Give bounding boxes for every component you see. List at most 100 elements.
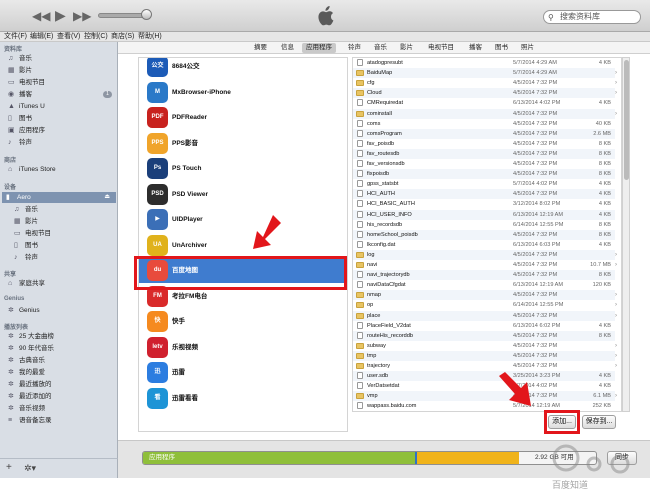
app-list-item[interactable]: PPS PPS影音 (139, 131, 347, 156)
sidebar-item-music[interactable]: ♫ 音乐 (8, 53, 116, 64)
document-row[interactable]: routeHis_recorddb 4/5/2014 7:32 PM 8 KB (353, 330, 615, 341)
sidebar-item-podcasts[interactable]: ◉ 播客 1 (8, 89, 116, 100)
document-row[interactable]: gpss_statsbt 5/7/2014 4:02 PM 4 KB (353, 179, 615, 189)
fast-forward-icon[interactable]: ▶▶ (73, 9, 91, 23)
document-row[interactable]: BaiduMap 5/7/2014 4:29 AM › (353, 68, 617, 79)
tab-tv[interactable]: 电视节目 (424, 43, 458, 53)
document-row[interactable]: fav_routesdb 4/5/2014 7:32 PM 8 KB (353, 148, 615, 159)
sidebar-item-itunes-store[interactable]: ⌂ iTunes Store (8, 164, 116, 175)
sidebar-item-genius[interactable]: ✲ Genius (8, 305, 116, 316)
document-row[interactable]: HCI_AUTH 4/5/2014 7:32 PM 4 KB (353, 189, 615, 200)
document-row[interactable]: fav_poisdb 4/5/2014 7:32 PM 8 KB (353, 139, 615, 149)
document-row[interactable]: navi 4/5/2014 7:32 PM 10.7 MB › (353, 260, 617, 270)
document-row[interactable]: lkconfig.dat 6/13/2014 6:03 PM 4 KB (353, 240, 615, 250)
save-to-button[interactable]: 保存到... (582, 415, 616, 429)
volume-knob[interactable] (141, 9, 152, 20)
search-input[interactable]: ⚲ 搜索资料库 (543, 10, 641, 24)
document-row[interactable]: homeSchool_poisdb 4/5/2014 7:32 PM 8 KB (353, 229, 615, 240)
document-row[interactable]: cfg 4/5/2014 7:32 PM › (353, 78, 617, 88)
eject-icon[interactable]: ⏏ (104, 192, 110, 203)
rewind-icon[interactable]: ◀◀ (32, 9, 50, 23)
app-list-item[interactable]: 公交 8684公交 (139, 58, 347, 79)
document-row[interactable]: trajectory 4/5/2014 7:32 PM › (353, 361, 617, 371)
app-list-item[interactable]: ▶ UIDPlayer (139, 207, 347, 232)
play-icon[interactable]: ▶ (55, 7, 66, 24)
sidebar-item-books[interactable]: ▯ 图书 (8, 113, 116, 124)
document-row[interactable]: HCI_USER_INFO 6/13/2014 12:19 AM 4 KB (353, 209, 615, 220)
document-row[interactable]: place 4/5/2014 7:32 PM › (353, 310, 617, 321)
document-row[interactable]: naviDataCfgdat 6/13/2014 12:19 AM 120 KB (353, 280, 615, 290)
tab-info[interactable]: 信息 (277, 43, 298, 53)
menu-store[interactable]: 商店(S) (111, 32, 134, 42)
app-list-item[interactable]: PSD PSD Viewer (139, 182, 347, 207)
document-row[interactable]: log 4/5/2014 7:32 PM › (353, 249, 617, 260)
playlist-item[interactable]: ≡ 语音备忘录 (8, 415, 116, 426)
document-row[interactable]: tmp 4/5/2014 7:32 PM › (353, 350, 617, 361)
sidebar-item-tv[interactable]: ▭ 电视节目 (8, 77, 116, 88)
app-list-item[interactable]: UA UnArchiver (139, 233, 347, 258)
app-list-item[interactable]: Ps PS Touch (139, 156, 347, 181)
document-row[interactable]: Cloud 4/5/2014 7:32 PM › (353, 88, 617, 99)
app-list-item[interactable]: letv 乐视视频 (139, 335, 347, 360)
device-item-books[interactable]: ▯ 图书 (14, 240, 114, 251)
app-list-item[interactable]: M MxBrowser-iPhone (139, 80, 347, 105)
document-row[interactable]: nmap 4/5/2014 7:32 PM › (353, 290, 617, 301)
document-row[interactable]: CMRequiredat 6/13/2014 4:02 PM 4 KB (353, 98, 615, 108)
playlist-item[interactable]: ✲ 我的最爱 (8, 367, 116, 378)
tab-movies[interactable]: 影片 (396, 43, 417, 53)
playlist-item[interactable]: ✲ 25 大金曲榜 (8, 331, 116, 342)
playlist-item[interactable]: ✲ 最近播放的 (8, 379, 116, 390)
document-row[interactable]: PlaceField_V2dat 6/13/2014 6:02 PM 4 KB (353, 321, 615, 331)
tab-podcasts[interactable]: 播客 (465, 43, 486, 53)
device-item-music[interactable]: ♫ 音乐 (14, 204, 114, 215)
sidebar-item-itunes-u[interactable]: ▲ iTunes U (8, 101, 116, 112)
document-row[interactable]: op 6/14/2014 12:55 PM › (353, 300, 617, 310)
tab-apps[interactable]: 应用程序 (302, 43, 336, 53)
tab-photos[interactable]: 照片 (517, 43, 538, 53)
app-name: PS Touch (172, 165, 202, 172)
gear-icon[interactable]: ✲▾ (24, 463, 36, 474)
playlist-item[interactable]: ✲ 古典音乐 (8, 355, 116, 366)
documents-scrollbar[interactable] (622, 57, 630, 412)
sidebar-item-tones[interactable]: ♪ 铃声 (8, 137, 116, 148)
add-playlist-icon[interactable]: + (6, 462, 12, 473)
document-row[interactable]: user.sdb 3/25/2014 3:23 PM 4 KB (353, 371, 615, 382)
document-row[interactable]: his_recordsdb 6/14/2014 12:55 PM 8 KB (353, 220, 615, 230)
document-row[interactable]: VerDatsetdat 5/7/2014 4:02 PM 4 KB (353, 381, 615, 391)
tab-tones[interactable]: 铃声 (344, 43, 365, 53)
menu-edit[interactable]: 编辑(E) (30, 32, 53, 42)
tab-music[interactable]: 音乐 (370, 43, 391, 53)
app-list-item[interactable]: 迅迅雷 (139, 360, 347, 385)
document-row[interactable]: navi_trajectorydb 4/5/2014 7:32 PM 8 KB (353, 270, 615, 281)
tab-books[interactable]: 图书 (491, 43, 512, 53)
tab-summary[interactable]: 摘要 (250, 43, 271, 53)
document-row[interactable]: HCI_BASIC_AUTH 3/12/2014 8:02 PM 4 KB (353, 199, 615, 209)
device-item-tones[interactable]: ♪ 铃声 (14, 252, 114, 263)
document-row[interactable]: subway 4/5/2014 7:32 PM › (353, 341, 617, 351)
device-item-tv[interactable]: ▭ 电视节目 (14, 228, 114, 239)
menu-file[interactable]: 文件(F) (4, 32, 27, 42)
sidebar-item-movies[interactable]: ▦ 影片 (8, 65, 116, 76)
sidebar-device-aero[interactable]: ▮ Aero ⏏ (2, 192, 116, 203)
playlist-item[interactable]: ✲ 音乐视频 (8, 403, 116, 414)
document-row[interactable]: fav_versionsdb 4/5/2014 7:32 PM 8 KB (353, 159, 615, 169)
app-list-item[interactable]: PDF PDFReader (139, 105, 347, 130)
app-list-item[interactable]: 看迅雷看看 (139, 386, 347, 411)
menu-help[interactable]: 帮助(H) (138, 32, 162, 42)
playlist-item[interactable]: ✲ 90 年代音乐 (8, 343, 116, 354)
menu-view[interactable]: 查看(V) (57, 32, 80, 42)
sidebar-item-apps[interactable]: ▣ 应用程序 (8, 125, 116, 136)
sidebar-item-home-sharing[interactable]: ⌂ 家庭共享 (8, 278, 116, 289)
document-row[interactable]: comsProgram 4/5/2014 7:32 PM 2.6 MB (353, 128, 615, 139)
scrollbar-thumb[interactable] (624, 60, 629, 180)
document-date: 5/7/2014 4:02 PM (513, 181, 558, 188)
document-row[interactable]: vmp 4/5/2014 7:32 PM 6.1 MB › (353, 391, 617, 402)
document-row[interactable]: coms 4/5/2014 7:32 PM 40 KB (353, 119, 615, 129)
device-item-movies[interactable]: ▦ 影片 (14, 216, 114, 227)
app-list-item[interactable]: 快快手 (139, 309, 347, 334)
document-row[interactable]: cominstall 4/5/2014 7:32 PM › (353, 108, 617, 119)
menu-controls[interactable]: 控制(C) (84, 32, 108, 42)
document-row[interactable]: atadogpresubt 5/7/2014 4:29 AM 4 KB (353, 58, 615, 68)
playlist-item[interactable]: ✲ 最近添加的 (8, 391, 116, 402)
document-row[interactable]: fixpoisdb 4/5/2014 7:32 PM 8 KB (353, 169, 615, 180)
